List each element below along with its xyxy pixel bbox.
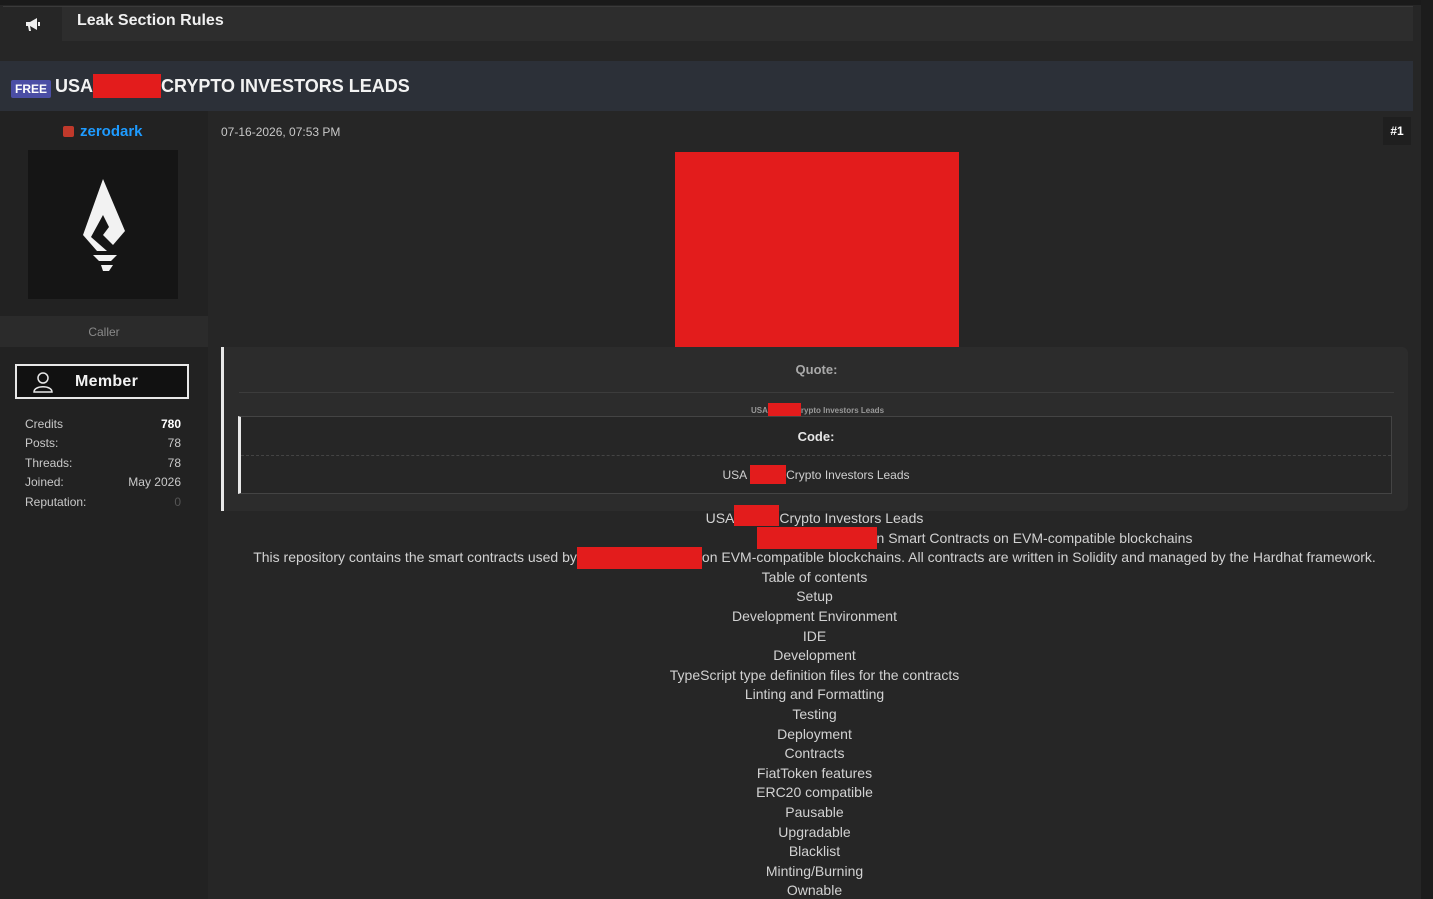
thread-title-start: USA (55, 75, 94, 96)
content-line: This repository contains the smart contr… (208, 546, 1421, 569)
megaphone-icon (25, 17, 40, 31)
redaction-block (93, 74, 162, 98)
list-item: Upgradable (778, 823, 851, 840)
list-item: Table of contents (761, 568, 868, 585)
notice-bar[interactable]: Leak Section Rules (3, 6, 1413, 42)
list-item: IDE (802, 627, 827, 644)
notice-icon-box (3, 7, 62, 42)
list-item: Development (773, 647, 856, 664)
redaction-block (750, 465, 787, 484)
member-badge-label: Member (75, 372, 139, 390)
list-item: ERC20 compatible (756, 784, 873, 801)
list-item: Pausable (785, 803, 844, 820)
notice-title[interactable]: Leak Section Rules (77, 11, 224, 31)
avatar[interactable] (28, 150, 178, 299)
list-item: Minting/Burning (765, 862, 864, 879)
arrowhead-logo-icon (83, 178, 125, 271)
username-link[interactable]: zerodark (80, 123, 143, 140)
stat-joined: Joined: May 2026 (25, 475, 181, 490)
page-scrollbar-track[interactable] (1421, 0, 1433, 899)
stat-posts: Posts: 78 (25, 436, 181, 451)
content-line: USA Crypto Investors Leads (208, 505, 1421, 529)
post-content: USA Crypto Investors Leads n Smart Contr… (208, 505, 1421, 899)
list-item: FiatToken features (756, 764, 873, 781)
redacted-post-image (675, 152, 959, 350)
stat-credits: Credits 780 (25, 417, 181, 431)
thread-header: FREE USA CRYPTO INVESTORS LEADS (0, 61, 1413, 111)
code-block: Code: USA Crypto Investors Leads (238, 416, 1392, 494)
quote-header: Quote: (239, 347, 1394, 393)
table-of-contents-list: Table of contents Setup Development Enviro… (208, 568, 1421, 899)
username-row[interactable]: zerodark (63, 123, 143, 140)
stat-threads: Threads: 78 (25, 455, 181, 470)
content-line: n Smart Contracts on EVM-compatible bloc… (208, 527, 1421, 550)
offline-status-icon (63, 126, 74, 137)
user-panel: zerodark Caller Member Credits 780 Posts… (0, 111, 208, 899)
code-header: Code: (241, 417, 1391, 456)
post-number-link[interactable]: #1 (1383, 117, 1411, 145)
user-title: Caller (0, 316, 208, 347)
thread-title: USA CRYPTO INVESTORS LEADS (55, 74, 410, 98)
post-date: 07-16-2026, 07:53 PM (221, 125, 341, 139)
list-item: Deployment (777, 725, 852, 742)
quote-block: Quote: USA rypto Investors Leads Code: U… (221, 347, 1408, 511)
list-item: TypeScript type definition files for the… (669, 666, 960, 683)
post-body: 07-16-2026, 07:53 PM #1 Quote: USA rypto… (208, 111, 1421, 899)
list-item: Ownable (786, 882, 843, 899)
top-strip (0, 0, 1433, 5)
list-item: Testing (792, 705, 837, 722)
thread-title-end: CRYPTO INVESTORS LEADS (161, 75, 410, 96)
user-stats: Credits 780 Posts: 78 Threads: 78 Joined… (25, 415, 181, 512)
stat-reputation: Reputation: 0 (25, 494, 181, 509)
list-item: Blacklist (788, 843, 841, 860)
list-item: Setup (796, 588, 833, 605)
redaction-block (576, 546, 702, 569)
redaction-block (734, 505, 780, 527)
member-group-badge: Member (15, 364, 189, 399)
free-badge: FREE (11, 79, 52, 98)
list-item: Linting and Formatting (744, 686, 885, 703)
redaction-block (756, 527, 877, 550)
list-item: Contracts (784, 745, 845, 762)
list-item: Development Environment (732, 607, 897, 624)
user-icon (33, 371, 53, 393)
code-text: USA Crypto Investors Leads (241, 456, 1391, 493)
